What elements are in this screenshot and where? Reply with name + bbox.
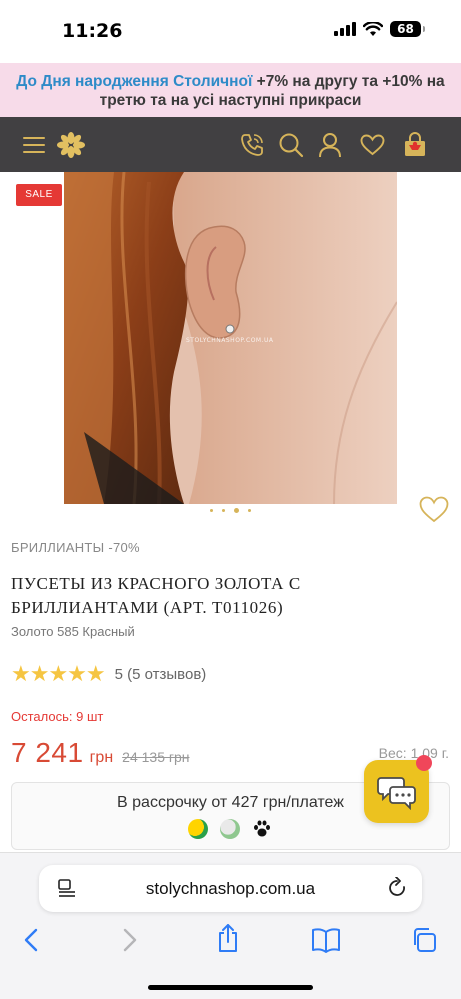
- product-category[interactable]: БРИЛЛИАНТЫ -70%: [11, 540, 140, 555]
- home-indicator: [148, 985, 313, 990]
- promo-link[interactable]: До Дня народження Столичної: [16, 73, 252, 90]
- browser-nav: [0, 924, 461, 957]
- status-time: 11:26: [62, 20, 123, 42]
- phone-icon[interactable]: [238, 117, 266, 172]
- product-material: Золото 585 Красный: [11, 624, 135, 639]
- rating-stars: ★★★★★: [11, 661, 106, 686]
- logo-icon[interactable]: [56, 117, 86, 172]
- heart-icon: [419, 496, 449, 523]
- product-image[interactable]: STOLYCHNASHOP.COM.UA: [64, 172, 397, 504]
- cart-icon[interactable]: [402, 117, 428, 172]
- wifi-icon: [363, 21, 383, 36]
- product-rating[interactable]: ★★★★★ 5 (5 отзывов): [11, 662, 206, 686]
- bank-2-icon: [220, 819, 240, 839]
- signal-icon: [334, 22, 356, 36]
- product-weight: Вес: 1,09 г.: [378, 745, 449, 761]
- installment-banks: [188, 819, 272, 839]
- status-bar: 11:26 68: [0, 0, 461, 62]
- paw-icon: [254, 820, 270, 837]
- carousel-dot[interactable]: [222, 509, 225, 512]
- forward-icon[interactable]: [121, 927, 139, 953]
- old-price: 24 135 грн: [122, 749, 190, 765]
- share-icon[interactable]: [216, 923, 240, 953]
- battery-level: 68: [397, 22, 414, 36]
- bookmarks-icon[interactable]: [311, 927, 341, 953]
- rating-text[interactable]: 5 (5 отзывов): [115, 666, 207, 683]
- product-title: ПУСЕТЫ ИЗ КРАСНОГО ЗОЛОТА С БРИЛЛИАНТАМИ…: [11, 574, 301, 617]
- carousel-dot-active[interactable]: [234, 508, 239, 513]
- sale-badge: SALE: [16, 184, 62, 206]
- menu-icon[interactable]: [22, 117, 46, 172]
- carousel-dot[interactable]: [248, 509, 251, 512]
- watermark: STOLYCHNASHOP.COM.UA: [186, 337, 274, 344]
- url-text[interactable]: stolychnashop.com.ua: [39, 879, 422, 899]
- price-row: 7 241 грн 24 135 грн: [11, 737, 190, 769]
- reload-icon[interactable]: [388, 877, 408, 899]
- browser-toolbar: stolychnashop.com.ua: [0, 852, 461, 999]
- price-currency: грн: [89, 749, 114, 766]
- ear-photo: STOLYCHNASHOP.COM.UA: [64, 172, 397, 504]
- bank-1-icon: [188, 819, 208, 839]
- chat-notification-badge: [416, 755, 432, 771]
- user-icon[interactable]: [317, 117, 343, 172]
- heart-icon[interactable]: [359, 117, 385, 172]
- current-price: 7 241: [11, 737, 84, 768]
- carousel-dots: [0, 508, 461, 513]
- address-bar[interactable]: stolychnashop.com.ua: [39, 865, 422, 912]
- stock-status: Осталось: 9 шт: [11, 709, 104, 724]
- battery-icon: 68: [390, 21, 425, 37]
- site-header: [0, 117, 461, 172]
- status-icons: 68: [334, 21, 425, 37]
- promo-banner[interactable]: До Дня народження Столичної +7% на другу…: [0, 63, 461, 117]
- add-to-favorites-button[interactable]: [419, 496, 449, 528]
- carousel-dot[interactable]: [210, 509, 213, 512]
- search-icon[interactable]: [278, 117, 304, 172]
- tabs-icon[interactable]: [411, 927, 437, 953]
- back-icon[interactable]: [22, 927, 40, 953]
- chat-icon: [376, 776, 416, 810]
